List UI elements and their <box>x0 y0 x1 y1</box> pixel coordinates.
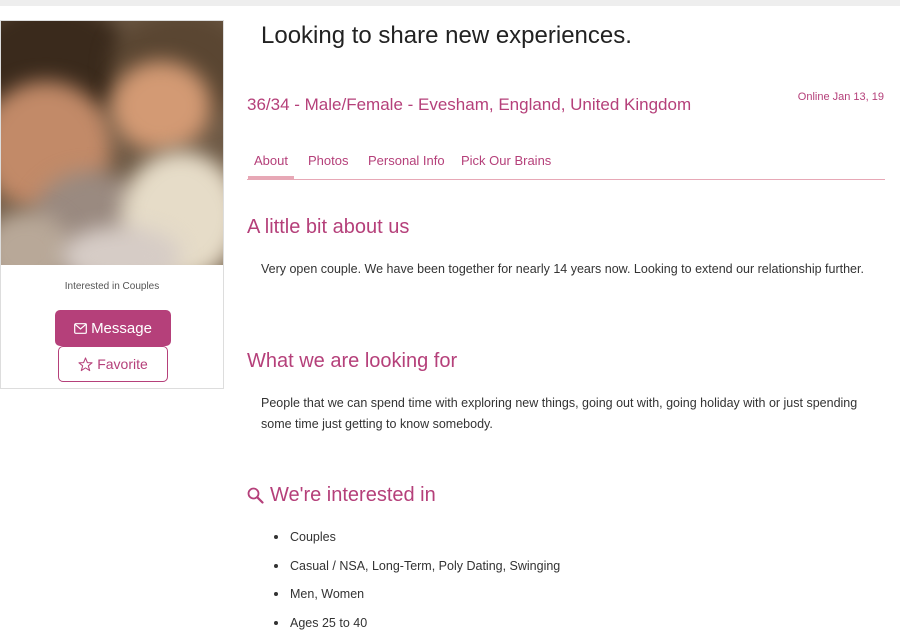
profile-meta: 36/34 - Male/Female - Evesham, England, … <box>247 95 691 115</box>
profile-tabs: About Photos Personal Info Pick Our Brai… <box>247 153 885 180</box>
star-icon <box>78 357 93 372</box>
envelope-icon <box>74 323 87 334</box>
message-button-label: Message <box>91 320 152 337</box>
about-body: Very open couple. We have been together … <box>261 259 871 280</box>
interests-title-label: We're interested in <box>270 484 436 507</box>
top-strip <box>0 0 900 6</box>
looking-for-title: What we are looking for <box>247 350 457 373</box>
tab-about[interactable]: About <box>254 153 288 168</box>
favorite-button[interactable]: Favorite <box>58 346 168 382</box>
about-title: A little bit about us <box>247 216 409 239</box>
list-item: Ages 25 to 40 <box>261 613 560 641</box>
looking-for-body: People that we can spend time with explo… <box>261 393 871 435</box>
interests-list: Couples Casual / NSA, Long-Term, Poly Da… <box>261 527 560 641</box>
profile-photo[interactable] <box>1 21 223 265</box>
interested-in-label: Interested in Couples <box>1 281 223 292</box>
tab-photos[interactable]: Photos <box>308 153 348 168</box>
online-status: Online Jan 13, 19 <box>798 91 884 103</box>
list-item: Casual / NSA, Long-Term, Poly Dating, Sw… <box>261 556 560 585</box>
list-item: Couples <box>261 527 560 556</box>
interests-title: We're interested in <box>247 484 436 507</box>
profile-headline: Looking to share new experiences. <box>261 22 632 50</box>
tab-personal-info[interactable]: Personal Info <box>368 153 445 168</box>
favorite-button-label: Favorite <box>97 356 148 372</box>
message-button[interactable]: Message <box>55 310 171 346</box>
tab-pick-our-brains[interactable]: Pick Our Brains <box>461 153 551 168</box>
search-icon <box>247 487 264 504</box>
list-item: Men, Women <box>261 584 560 613</box>
profile-card: Interested in Couples Message Favorite <box>0 20 224 389</box>
